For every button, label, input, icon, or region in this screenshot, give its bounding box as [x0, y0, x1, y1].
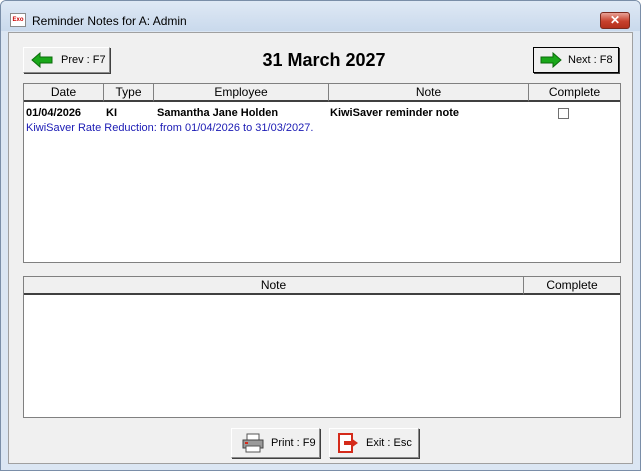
reminder-notes-window: Exo Reminder Notes for A: Admin ✕ Prev :… [0, 0, 641, 471]
column-header-complete[interactable]: Complete [529, 84, 620, 102]
print-button[interactable]: Print : F9 [231, 428, 320, 458]
right-arrow-icon [540, 52, 562, 68]
client-area: Prev : F7 31 March 2027 Next : F8 Date T… [8, 32, 633, 464]
next-button-label: Next : F8 [568, 54, 613, 66]
prev-button[interactable]: Prev : F7 [23, 47, 110, 73]
column-header-date[interactable]: Date [24, 84, 104, 102]
row-date: 01/04/2026 [26, 107, 82, 119]
exit-button-label: Exit : Esc [366, 437, 412, 449]
title-bar: Exo Reminder Notes for A: Admin ✕ [1, 1, 640, 31]
prev-button-label: Prev : F7 [61, 54, 106, 66]
print-button-label: Print : F9 [271, 437, 316, 449]
notes-grid[interactable]: Date Type Employee Note Complete 01/04/2… [23, 83, 621, 263]
page-title: 31 March 2027 [262, 50, 386, 70]
row-employee: Samantha Jane Holden [157, 107, 279, 119]
row-detail-text: KiwiSaver Rate Reduction: from 01/04/202… [26, 122, 314, 134]
left-arrow-icon [31, 52, 53, 68]
app-icon: Exo [10, 13, 26, 27]
printer-icon [242, 433, 264, 453]
column-header-note-detail[interactable]: Note [24, 277, 524, 295]
complete-checkbox[interactable] [558, 108, 569, 119]
column-header-type[interactable]: Type [104, 84, 154, 102]
note-detail-grid[interactable]: Note Complete [23, 276, 621, 418]
window-title: Reminder Notes for A: Admin [32, 14, 187, 28]
column-header-note[interactable]: Note [329, 84, 529, 102]
next-button[interactable]: Next : F8 [533, 47, 619, 73]
close-button[interactable]: ✕ [600, 12, 630, 29]
exit-button[interactable]: Exit : Esc [329, 428, 419, 458]
column-header-complete-detail[interactable]: Complete [524, 277, 620, 295]
column-header-employee[interactable]: Employee [154, 84, 329, 102]
row-type: KI [106, 107, 117, 119]
row-note: KiwiSaver reminder note [330, 107, 459, 119]
exit-door-icon [338, 433, 358, 453]
